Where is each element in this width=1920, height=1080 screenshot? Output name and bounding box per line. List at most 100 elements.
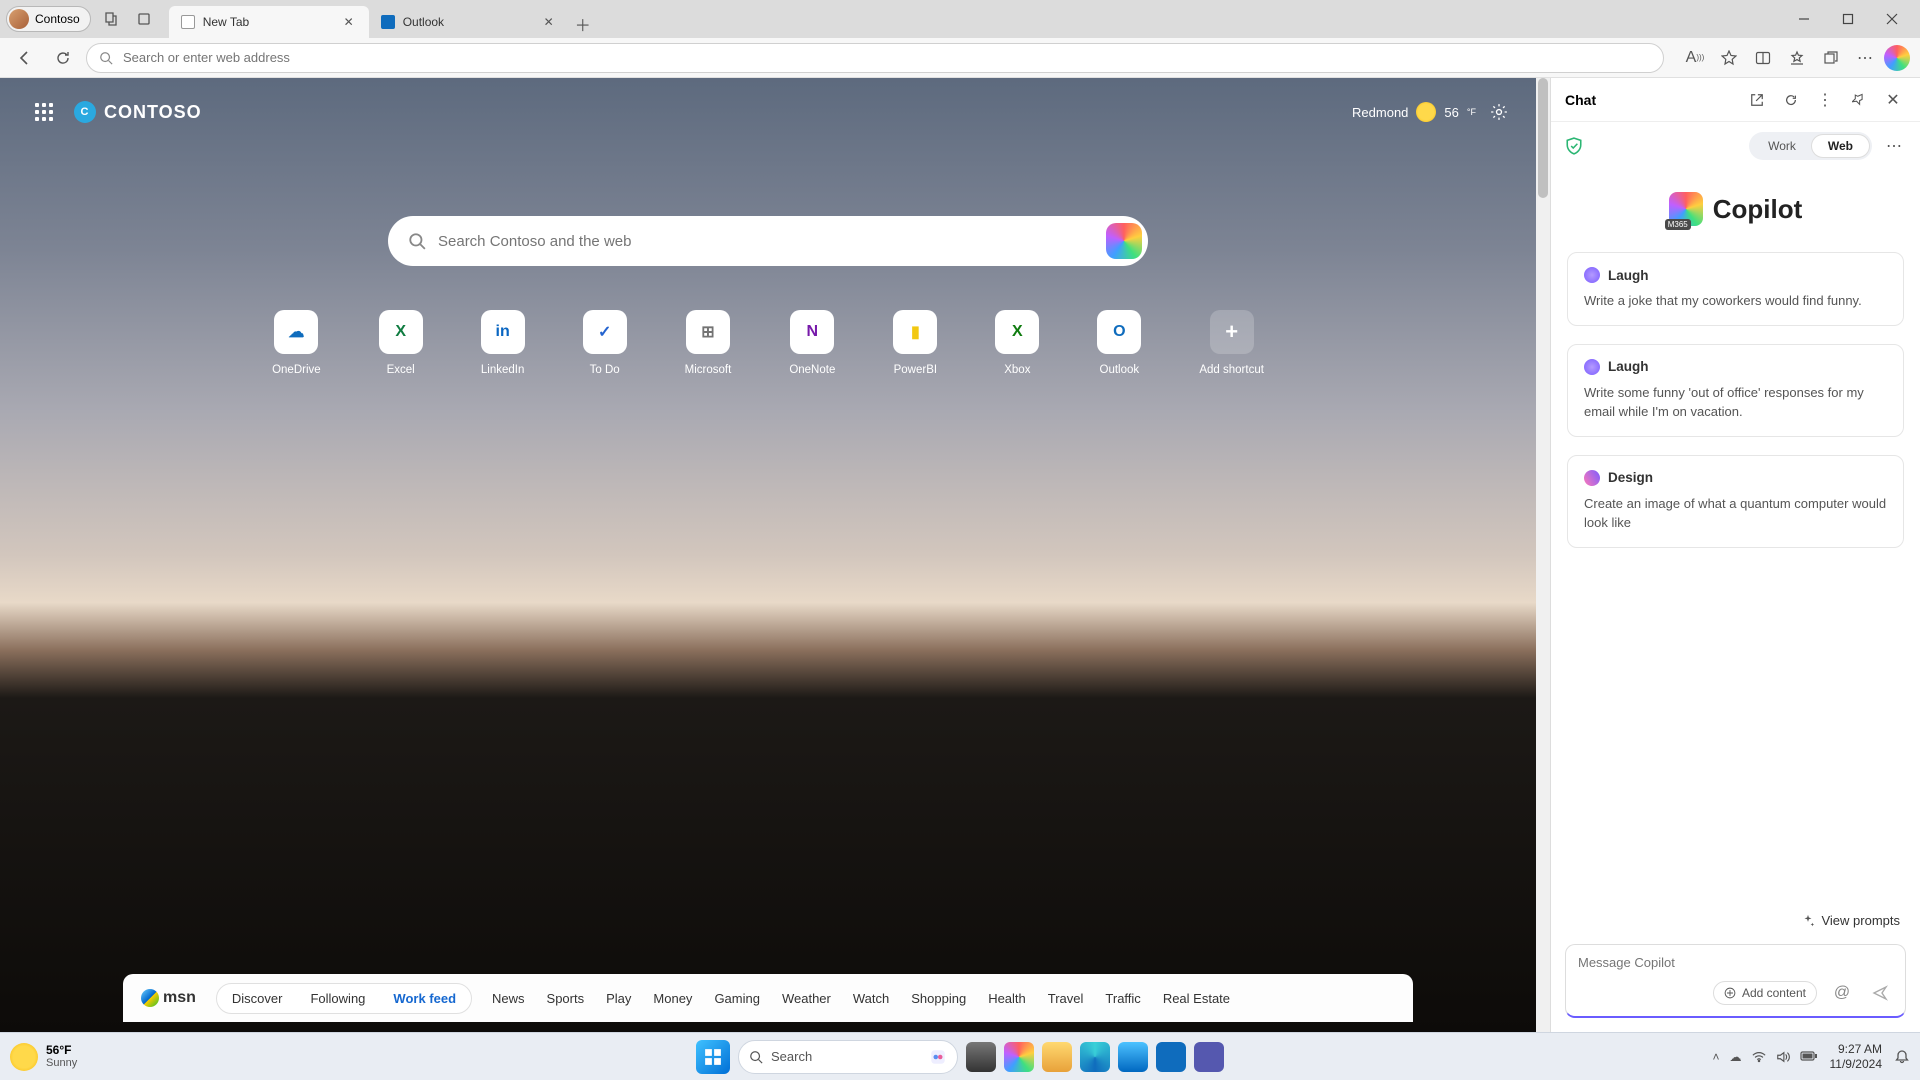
feed-link-travel[interactable]: Travel	[1048, 991, 1084, 1006]
feed-link-sports[interactable]: Sports	[547, 991, 585, 1006]
collections-button[interactable]	[1816, 43, 1846, 73]
feed-link-health[interactable]: Health	[988, 991, 1026, 1006]
close-button[interactable]	[1870, 2, 1914, 36]
shortcut-excel[interactable]: XExcel	[379, 310, 423, 376]
start-button[interactable]	[696, 1040, 730, 1074]
prompt-card-laugh[interactable]: LaughWrite a joke that my coworkers woul…	[1567, 252, 1904, 326]
settings-more-button[interactable]: ⋯	[1850, 43, 1880, 73]
taskbar-app-outlook[interactable]	[1156, 1042, 1186, 1072]
scrollbar-thumb[interactable]	[1538, 78, 1548, 198]
new-tab-button[interactable]: ＋	[569, 10, 597, 38]
volume-icon[interactable]	[1776, 1050, 1790, 1064]
copilot-text-input[interactable]	[1578, 955, 1893, 970]
system-tray[interactable]: ˄ ☁	[1712, 1050, 1817, 1064]
read-aloud-button[interactable]: A)))	[1680, 43, 1710, 73]
scope-more-button[interactable]: ⋯	[1882, 136, 1906, 156]
back-button[interactable]	[10, 43, 40, 73]
taskbar-clock[interactable]: 9:27 AM 11/9/2024	[1830, 1042, 1883, 1071]
mention-button[interactable]: @	[1829, 980, 1855, 1006]
refresh-button[interactable]	[48, 43, 78, 73]
taskbar-app-taskview[interactable]	[966, 1042, 996, 1072]
taskbar-app-edge[interactable]	[1080, 1042, 1110, 1072]
scrollbar[interactable]	[1536, 78, 1550, 1032]
taskbar-app-teams[interactable]	[1194, 1042, 1224, 1072]
shortcut-tile-icon: ▮	[893, 310, 937, 354]
app-launcher-button[interactable]	[28, 96, 60, 128]
ntp-search-box[interactable]	[388, 216, 1148, 266]
add-shortcut-button[interactable]: + Add shortcut	[1199, 310, 1264, 376]
feed-link-news[interactable]: News	[492, 991, 525, 1006]
shortcut-onenote[interactable]: NOneNote	[789, 310, 835, 376]
scope-work[interactable]: Work	[1752, 135, 1812, 157]
feed-link-shopping[interactable]: Shopping	[911, 991, 966, 1006]
favorites-list-button[interactable]	[1782, 43, 1812, 73]
omnibox[interactable]	[86, 43, 1664, 73]
battery-icon[interactable]	[1800, 1050, 1818, 1064]
taskbar-search[interactable]: Search	[738, 1040, 958, 1074]
shortcut-tile-icon: +	[1210, 310, 1254, 354]
shortcut-onedrive[interactable]: ☁OneDrive	[272, 310, 321, 376]
feed-link-traffic[interactable]: Traffic	[1105, 991, 1140, 1006]
feed-link-gaming[interactable]: Gaming	[714, 991, 760, 1006]
tenant-logo[interactable]: C CONTOSO	[74, 101, 202, 123]
feed-link-realestate[interactable]: Real Estate	[1163, 991, 1230, 1006]
taskbar-app-copilot[interactable]	[1004, 1042, 1034, 1072]
close-icon[interactable]: ✕	[341, 14, 357, 30]
shortcut-outlook[interactable]: OOutlook	[1097, 310, 1141, 376]
weather-widget[interactable]: Redmond 56 °F	[1352, 102, 1476, 122]
send-button[interactable]	[1867, 980, 1893, 1006]
quick-links: ☁OneDrive XExcel inLinkedIn ✓To Do ⊞Microsof…	[272, 310, 1264, 376]
prompt-card-design[interactable]: DesignCreate an image of what a quantum …	[1567, 455, 1904, 548]
copilot-button[interactable]	[1884, 45, 1910, 71]
feed-pill-workfeed[interactable]: Work feed	[381, 987, 468, 1010]
maximize-button[interactable]	[1826, 2, 1870, 36]
close-button[interactable]: ✕	[1880, 87, 1906, 113]
view-prompts-link[interactable]: View prompts	[1801, 913, 1900, 928]
chevron-up-icon[interactable]: ˄	[1712, 1050, 1719, 1064]
tenant-name: CONTOSO	[104, 102, 202, 123]
refresh-button[interactable]	[1778, 87, 1804, 113]
more-options-button[interactable]: ⋮	[1812, 87, 1838, 113]
taskbar-app-store[interactable]	[1118, 1042, 1148, 1072]
feed-pill-following[interactable]: Following	[298, 987, 377, 1010]
ntp-search-input[interactable]	[438, 233, 1094, 250]
taskbar-app-explorer[interactable]	[1042, 1042, 1072, 1072]
page-settings-button[interactable]	[1490, 103, 1508, 121]
search-copilot-button[interactable]	[1106, 223, 1142, 259]
tab-newtab[interactable]: New Tab ✕	[169, 6, 369, 38]
split-screen-button[interactable]	[1748, 43, 1778, 73]
close-icon[interactable]: ✕	[541, 14, 557, 30]
feed-link-money[interactable]: Money	[653, 991, 692, 1006]
feed-link-watch[interactable]: Watch	[853, 991, 889, 1006]
onedrive-tray-icon[interactable]: ☁	[1730, 1050, 1742, 1064]
taskbar-weather[interactable]: 56°F Sunny	[10, 1043, 77, 1071]
shortcut-label: Add shortcut	[1199, 364, 1264, 376]
omnibox-input[interactable]	[123, 50, 1651, 65]
feed-link-weather[interactable]: Weather	[782, 991, 831, 1006]
new-tab-page: C CONTOSO Redmond 56 °F	[0, 78, 1550, 1032]
wifi-icon[interactable]	[1752, 1050, 1766, 1064]
workspaces-icon[interactable]	[97, 5, 125, 33]
tab-outlook[interactable]: Outlook ✕	[369, 6, 569, 38]
scope-toggle[interactable]: Work Web	[1749, 132, 1872, 160]
feed-pill-discover[interactable]: Discover	[220, 987, 295, 1010]
favorite-button[interactable]	[1714, 43, 1744, 73]
copilot-input[interactable]: Add content @	[1565, 944, 1906, 1018]
add-content-button[interactable]: Add content	[1713, 981, 1817, 1005]
shortcut-linkedin[interactable]: inLinkedIn	[481, 310, 525, 376]
prompt-card-laugh[interactable]: LaughWrite some funny 'out of office' re…	[1567, 344, 1904, 437]
open-external-button[interactable]	[1744, 87, 1770, 113]
minimize-button[interactable]	[1782, 2, 1826, 36]
pin-button[interactable]	[1846, 87, 1872, 113]
shortcut-powerbi[interactable]: ▮PowerBI	[893, 310, 937, 376]
tab-actions-icon[interactable]	[131, 5, 159, 33]
msn-logo[interactable]: msn	[141, 989, 196, 1007]
shortcut-tile-icon: ✓	[583, 310, 627, 354]
profile-chip[interactable]: Contoso	[6, 6, 91, 32]
shortcut-todo[interactable]: ✓To Do	[583, 310, 627, 376]
shortcut-microsoft[interactable]: ⊞Microsoft	[685, 310, 732, 376]
feed-link-play[interactable]: Play	[606, 991, 631, 1006]
shortcut-xbox[interactable]: XXbox	[995, 310, 1039, 376]
notifications-button[interactable]	[1894, 1049, 1910, 1065]
scope-web[interactable]: Web	[1812, 135, 1869, 157]
